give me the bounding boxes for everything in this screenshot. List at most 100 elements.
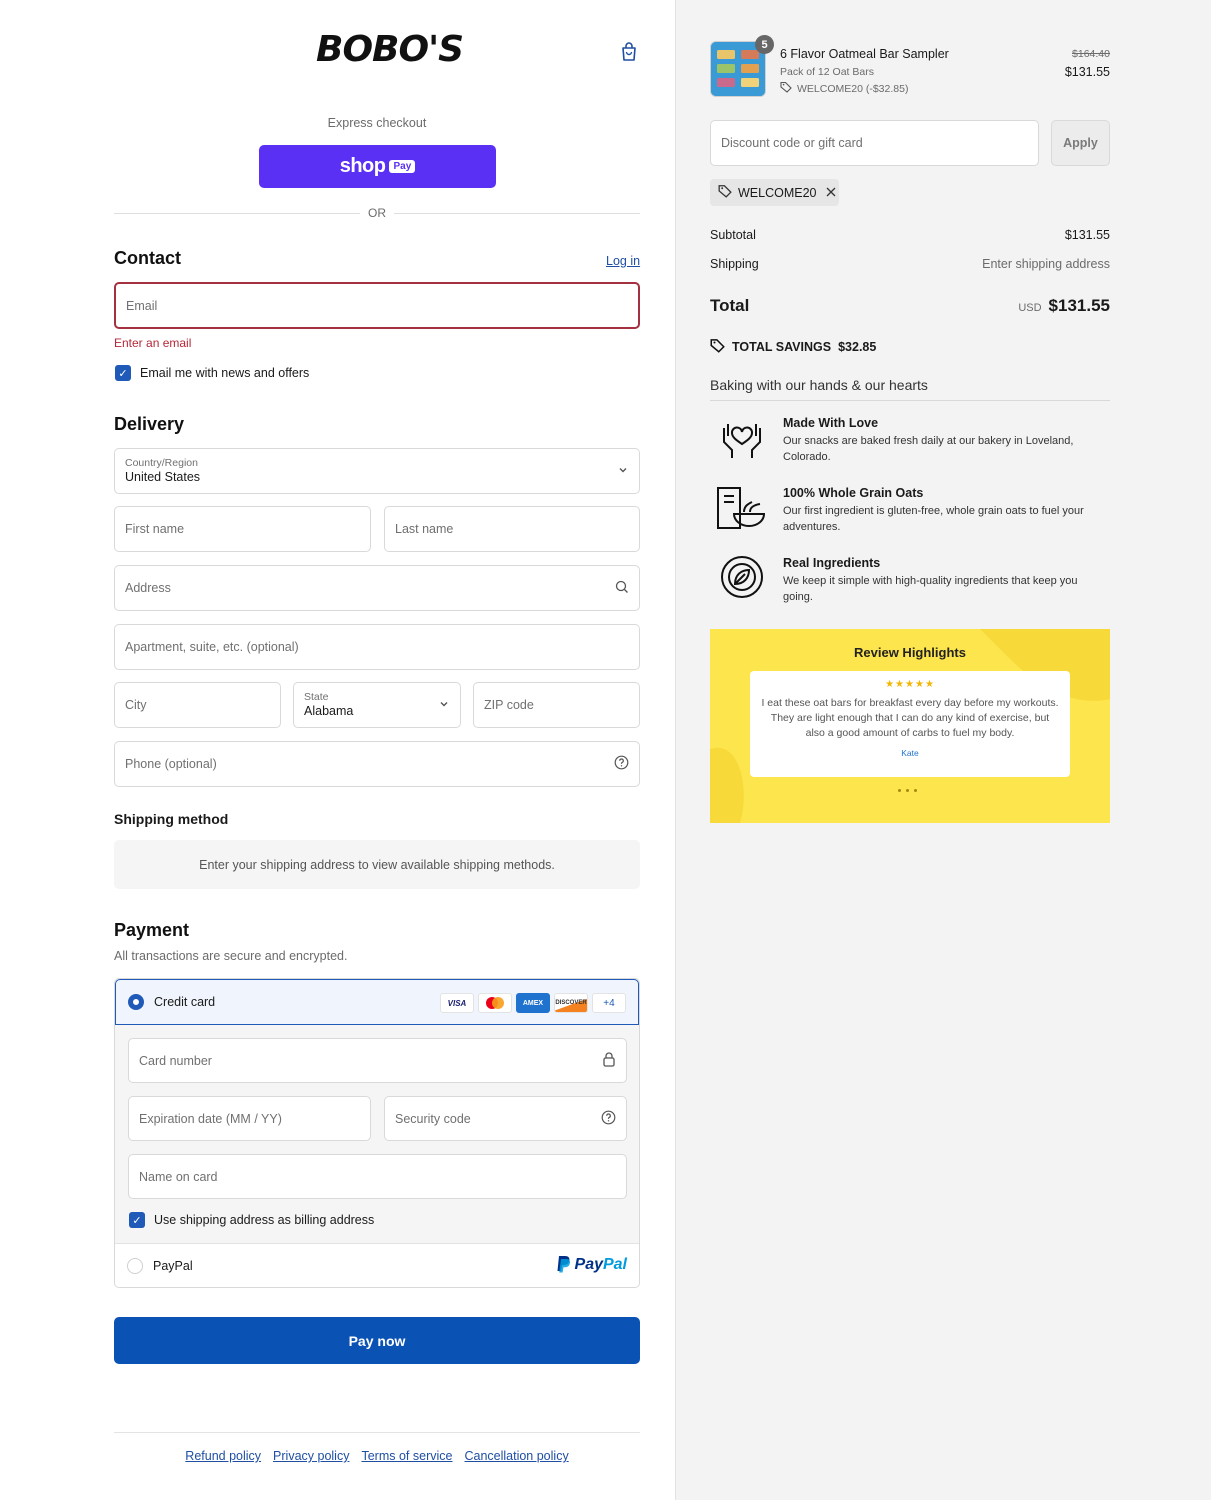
country-label: Country/Region [125,457,198,469]
help-icon[interactable] [601,1110,616,1128]
features-heading: Baking with our hands & our hearts [710,377,928,393]
apply-button[interactable]: Apply [1051,120,1110,166]
visa-icon: VISA [440,993,474,1013]
amex-icon: AMEX [516,993,550,1013]
apartment-placeholder: Apartment, suite, etc. (optional) [125,640,299,654]
tag-icon [718,184,732,201]
paypal-radio[interactable] [127,1257,143,1274]
expiration-field[interactable]: Expiration date (MM / YY) [128,1096,371,1141]
shopping-bag-icon[interactable] [617,40,641,64]
review-author: Kate [901,748,919,758]
bobos-logo[interactable]: BOBO'S [316,30,464,70]
credit-card-option[interactable]: Credit card VISA AMEX DISCOVER +4 [115,979,639,1025]
total-amount: USD $131.55 [990,296,1110,316]
product-price: $131.55 [1064,65,1110,79]
currency-code: USD [1018,302,1042,314]
divider [114,1432,640,1433]
security-code-placeholder: Security code [395,1111,471,1126]
state-label: State [304,691,329,703]
remove-discount-icon[interactable] [826,186,836,200]
shipping-method-notice: Enter your shipping address to view avai… [114,840,640,889]
newsletter-label: Email me with news and offers [140,366,310,380]
discount-code-placeholder: Discount code or gift card [721,136,863,150]
quantity-badge: 5 [755,35,774,54]
review-card: ★★★★★ I eat these oat bars for breakfast… [750,671,1070,777]
address-field[interactable]: Address [114,565,640,611]
subtotal-value: $131.55 [1064,228,1110,242]
feature-description: Our snacks are baked fresh daily at our … [783,435,1074,463]
oats-bowl-icon [716,484,766,535]
cancellation-policy-link[interactable]: Cancellation policy [464,1449,568,1463]
paypal-label: PayPal [153,1258,193,1273]
carousel-dot[interactable] [898,789,901,792]
feature-description: Our first ingredient is gluten-free, who… [783,505,1084,533]
carousel-dot[interactable] [906,789,909,792]
mastercard-icon [478,993,512,1013]
apartment-field[interactable]: Apartment, suite, etc. (optional) [114,624,640,670]
divider [710,400,1110,401]
paypal-wordmark-pal: Pal [602,1256,627,1273]
carousel-dot[interactable] [914,789,917,792]
product-name: 6 Flavor Oatmeal Bar Sampler [780,47,949,61]
refund-policy-link[interactable]: Refund policy [185,1449,261,1463]
email-field[interactable]: Email [114,282,640,329]
state-select[interactable]: State Alabama [293,682,461,728]
state-value: Alabama [304,704,354,718]
express-checkout-label: Express checkout [327,116,427,130]
payment-options: Credit card VISA AMEX DISCOVER +4 Card n… [114,978,640,1288]
help-icon[interactable] [614,755,629,773]
more-cards-badge: +4 [592,993,626,1013]
credit-card-label: Credit card [154,995,216,1009]
last-name-placeholder: Last name [395,522,454,536]
zip-code-field[interactable]: ZIP code [473,682,640,728]
carousel-dots[interactable] [898,789,917,792]
total-label: Total [710,296,750,315]
applied-discount-tag: WELCOME20 [710,179,839,206]
tag-icon [780,81,792,96]
country-select[interactable]: Country/Region United States [114,448,640,494]
name-on-card-field[interactable]: Name on card [128,1154,627,1199]
chevron-down-icon [617,464,629,479]
newsletter-option[interactable]: ✓ Email me with news and offers [115,365,309,381]
city-placeholder: City [125,698,147,712]
name-on-card-placeholder: Name on card [139,1169,218,1184]
shop-pay-button[interactable]: shop Pay [259,145,496,188]
feature-item: Made With Love Our snacks are baked fres… [783,416,1103,465]
shop-pay-wordmark: shop [339,155,386,177]
applied-code-text: WELCOME20 [738,185,817,200]
credit-card-radio[interactable] [128,994,144,1010]
discover-icon: DISCOVER [554,993,588,1013]
address-placeholder: Address [125,581,171,595]
login-link[interactable]: Log in [606,254,640,268]
paypal-p-icon [557,1256,570,1273]
product-variant: Pack of 12 Oat Bars [780,66,874,78]
last-name-field[interactable]: Last name [384,506,640,552]
card-number-field[interactable]: Card number [128,1038,627,1083]
discount-code-input[interactable]: Discount code or gift card [710,120,1039,166]
payment-heading: Payment [114,920,190,940]
star-rating: ★★★★★ [885,679,935,690]
terms-of-service-link[interactable]: Terms of service [361,1449,452,1463]
phone-field[interactable]: Phone (optional) [114,741,640,787]
feature-title: Real Ingredients [783,556,881,570]
billing-same-checkbox[interactable]: ✓ [129,1212,145,1228]
subtotal-label: Subtotal [710,228,756,242]
search-icon [615,580,629,597]
security-code-field[interactable]: Security code [384,1096,627,1141]
pay-now-button[interactable]: Pay now [114,1317,640,1364]
delivery-heading: Delivery [114,414,185,434]
first-name-field[interactable]: First name [114,506,371,552]
original-price: $164.40 [1072,48,1110,60]
review-text: I eat these oat bars for breakfast every… [761,697,1059,739]
city-field[interactable]: City [114,682,281,728]
newsletter-checkbox[interactable]: ✓ [115,365,131,381]
email-placeholder: Email [126,298,158,313]
chevron-down-icon [438,698,450,713]
country-value: United States [125,470,201,484]
privacy-policy-link[interactable]: Privacy policy [273,1449,349,1463]
billing-address-option[interactable]: ✓ Use shipping address as billing addres… [129,1212,374,1228]
paypal-option[interactable]: PayPal PayPal [115,1243,639,1287]
shop-pay-badge: Pay [389,160,416,173]
savings-value: $32.85 [838,340,877,354]
leaf-badge-icon [719,554,765,603]
